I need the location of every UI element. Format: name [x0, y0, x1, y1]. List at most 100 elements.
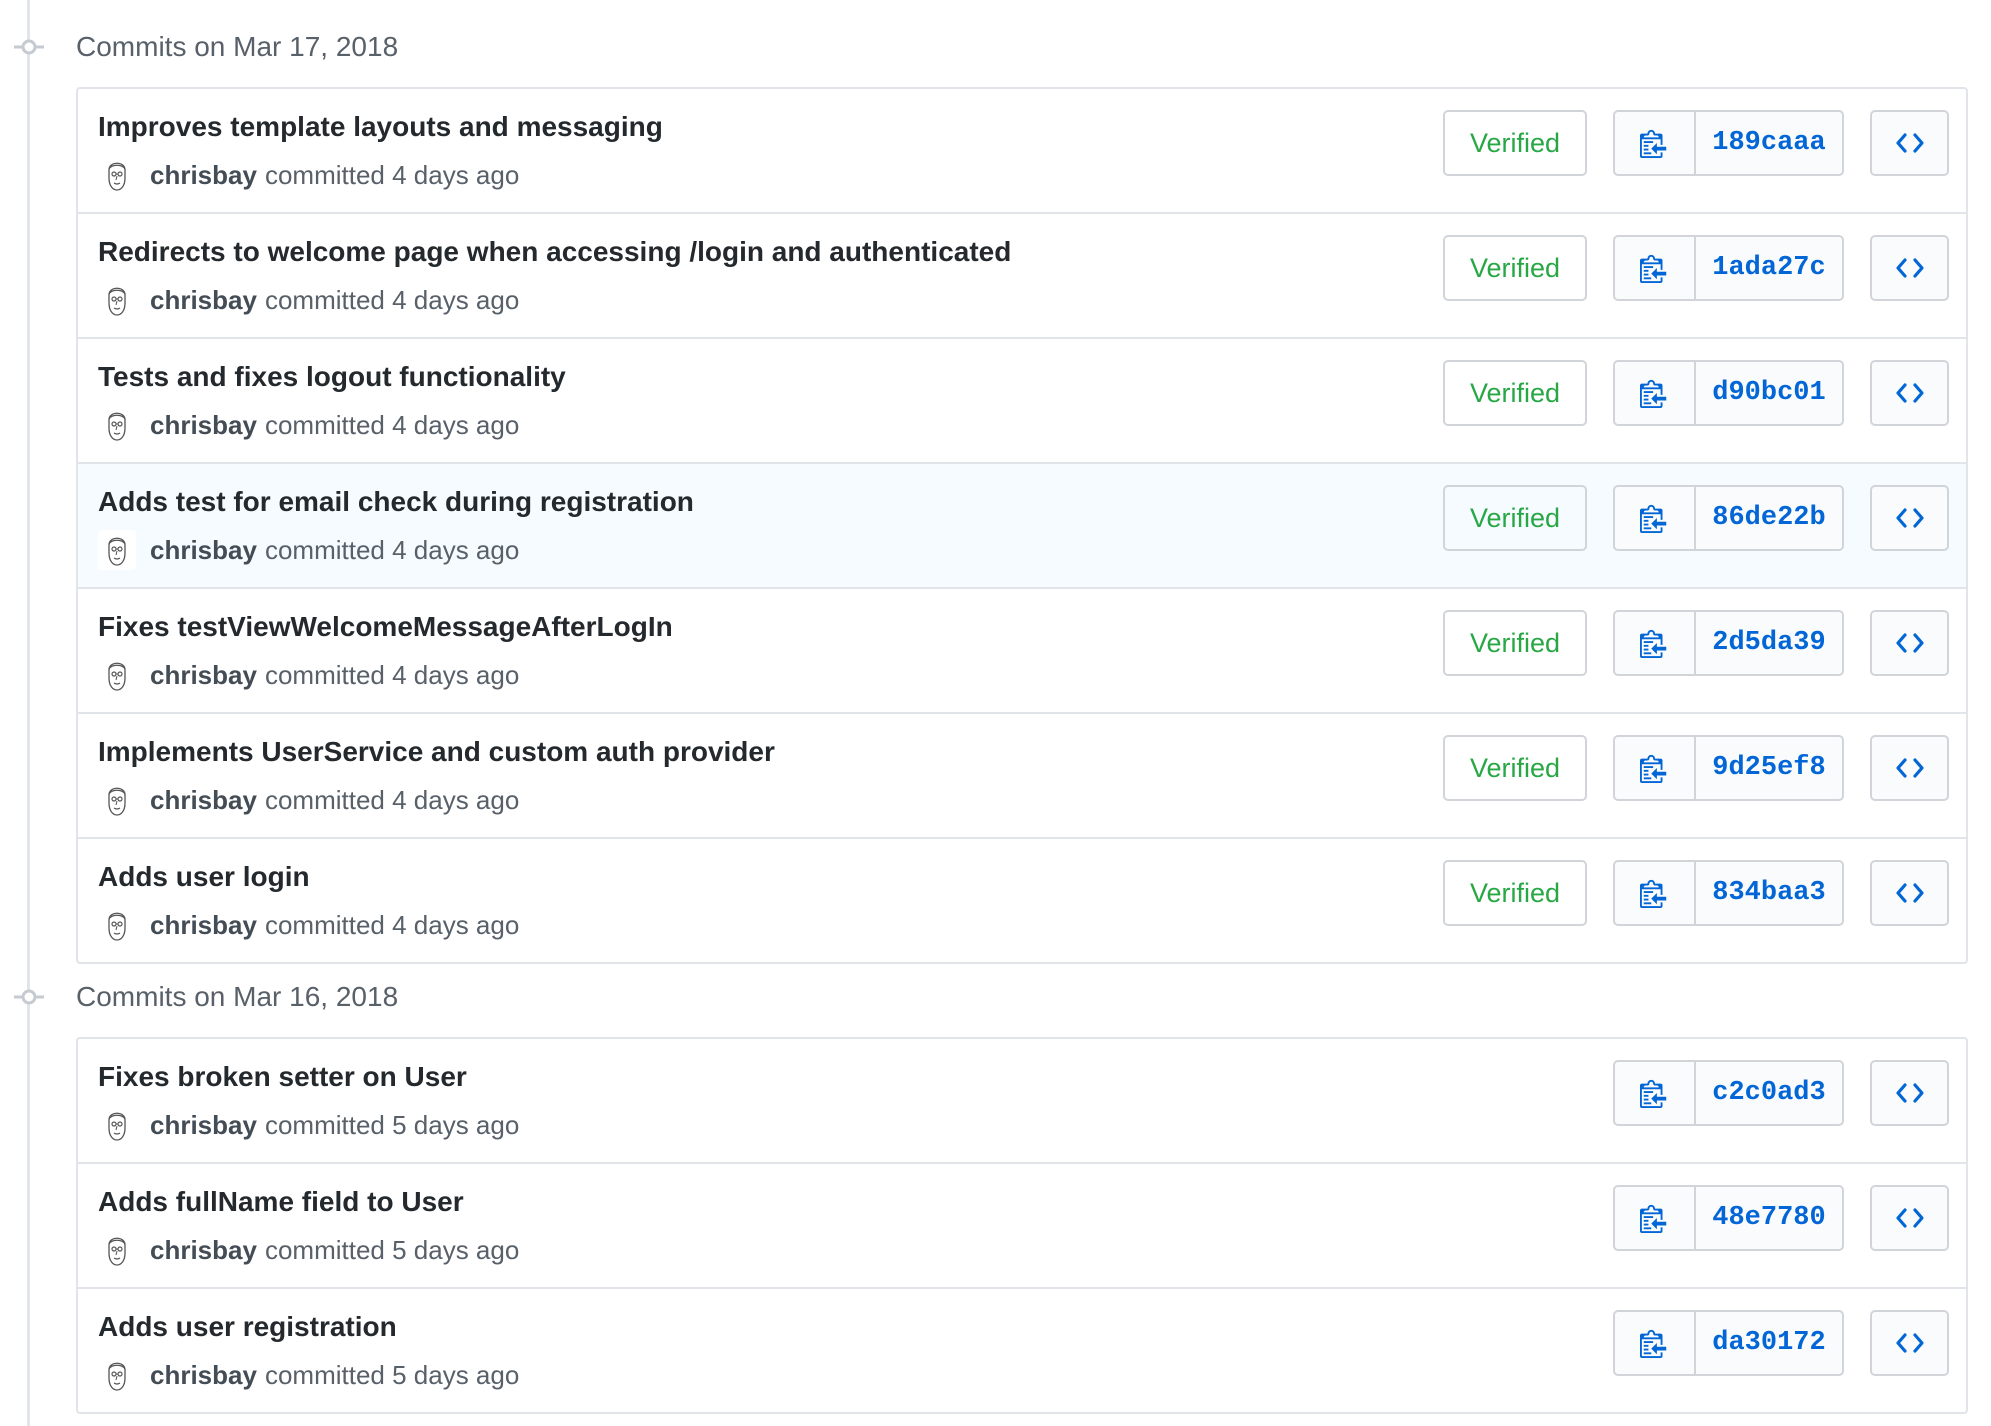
- copy-sha-button[interactable]: [1615, 737, 1696, 799]
- commit-sha-link[interactable]: 189caaa: [1696, 112, 1842, 174]
- avatar-icon[interactable]: [98, 905, 136, 945]
- author-link[interactable]: chrisbay: [150, 535, 257, 566]
- commit-group-header: Commits on Mar 17, 2018: [0, 27, 1991, 67]
- copy-sha-button[interactable]: [1615, 487, 1696, 549]
- commit-message-link[interactable]: Adds user registration: [98, 1311, 397, 1343]
- commit-message-link[interactable]: Implements UserService and custom auth p…: [98, 736, 775, 768]
- author-link[interactable]: chrisbay: [150, 910, 257, 941]
- commit-message-link[interactable]: Fixes testViewWelcomeMessageAfterLogIn: [98, 611, 673, 643]
- avatar-icon[interactable]: [98, 1355, 136, 1395]
- copy-sha-button[interactable]: [1615, 1062, 1696, 1124]
- commit-message-link[interactable]: Fixes broken setter on User: [98, 1061, 467, 1093]
- code-icon: [1895, 881, 1925, 905]
- commit-sha-link[interactable]: 2d5da39: [1696, 612, 1842, 674]
- avatar-icon[interactable]: [98, 655, 136, 695]
- author-link[interactable]: chrisbay: [150, 660, 257, 691]
- clipboard-icon: [1639, 1203, 1670, 1233]
- commit-meta: chrisbay committed 5 days ago: [98, 1355, 519, 1395]
- commit-sha-link[interactable]: 9d25ef8: [1696, 737, 1842, 799]
- commit-row: Adds user registration chrisbay committed …: [78, 1287, 1966, 1412]
- commit-sha-link[interactable]: 48e7780: [1696, 1187, 1842, 1249]
- copy-sha-button[interactable]: [1615, 1187, 1696, 1249]
- copy-sha-button[interactable]: [1615, 862, 1696, 924]
- commit-row: Tests and fixes logout functionality chri…: [78, 337, 1966, 462]
- avatar-icon[interactable]: [98, 780, 136, 820]
- author-link[interactable]: chrisbay: [150, 160, 257, 191]
- clipboard-icon: [1639, 128, 1670, 158]
- copy-sha-button[interactable]: [1615, 112, 1696, 174]
- commit-meta: chrisbay committed 4 days ago: [98, 530, 519, 570]
- commit-sha-link[interactable]: da30172: [1696, 1312, 1842, 1374]
- browse-repo-button[interactable]: [1870, 860, 1949, 926]
- avatar-icon[interactable]: [98, 530, 136, 570]
- commit-message-link[interactable]: Improves template layouts and messaging: [98, 111, 663, 143]
- code-icon: [1895, 1206, 1925, 1230]
- browse-repo-button[interactable]: [1870, 1310, 1949, 1376]
- commit-message-link[interactable]: Redirects to welcome page when accessing…: [98, 236, 1011, 268]
- avatar-icon[interactable]: [98, 1230, 136, 1270]
- commit-message-link[interactable]: Adds user login: [98, 861, 310, 893]
- verified-badge[interactable]: Verified: [1443, 860, 1587, 926]
- commit-row: Adds test for email check during registr…: [78, 462, 1966, 587]
- browse-repo-button[interactable]: [1870, 485, 1949, 551]
- browse-repo-button[interactable]: [1870, 1185, 1949, 1251]
- author-link[interactable]: chrisbay: [150, 285, 257, 316]
- clipboard-icon: [1639, 878, 1670, 908]
- author-link[interactable]: chrisbay: [150, 1360, 257, 1391]
- avatar-icon[interactable]: [98, 155, 136, 195]
- sha-button-group: d90bc01: [1613, 360, 1844, 426]
- commit-time: committed 4 days ago: [264, 409, 520, 440]
- copy-sha-button[interactable]: [1615, 1312, 1696, 1374]
- verified-badge[interactable]: Verified: [1443, 110, 1587, 176]
- clipboard-icon: [1639, 628, 1670, 658]
- copy-sha-button[interactable]: [1615, 237, 1696, 299]
- verified-badge[interactable]: Verified: [1443, 235, 1587, 301]
- clipboard-icon: [1639, 1328, 1670, 1358]
- commit-sha-link[interactable]: 86de22b: [1696, 487, 1842, 549]
- verified-badge[interactable]: Verified: [1443, 735, 1587, 801]
- clipboard-icon: [1639, 253, 1670, 283]
- browse-repo-button[interactable]: [1870, 110, 1949, 176]
- commit-message-link[interactable]: Adds test for email check during registr…: [98, 486, 694, 518]
- code-icon: [1895, 1081, 1925, 1105]
- commit-group-title: Commits on Mar 17, 2018: [76, 31, 399, 62]
- browse-repo-button[interactable]: [1870, 235, 1949, 301]
- commit-time: committed 4 days ago: [264, 534, 520, 565]
- author-link[interactable]: chrisbay: [150, 1110, 257, 1141]
- commit-sha-link[interactable]: 1ada27c: [1696, 237, 1842, 299]
- sha-button-group: 834baa3: [1613, 860, 1844, 926]
- sha-button-group: 86de22b: [1613, 485, 1844, 551]
- author-link[interactable]: chrisbay: [150, 1235, 257, 1266]
- verified-badge[interactable]: Verified: [1443, 360, 1587, 426]
- avatar-icon[interactable]: [98, 405, 136, 445]
- browse-repo-button[interactable]: [1870, 735, 1949, 801]
- sha-button-group: da30172: [1613, 1310, 1844, 1376]
- copy-sha-button[interactable]: [1615, 362, 1696, 424]
- commit-sha-link[interactable]: d90bc01: [1696, 362, 1842, 424]
- avatar-icon[interactable]: [98, 280, 136, 320]
- avatar-icon[interactable]: [98, 1105, 136, 1145]
- commit-sha-link[interactable]: 834baa3: [1696, 862, 1842, 924]
- commit-list: Fixes broken setter on User chrisbay commi…: [76, 1037, 1968, 1414]
- author-link[interactable]: chrisbay: [150, 410, 257, 441]
- verified-badge[interactable]: Verified: [1443, 485, 1587, 551]
- commit-time: committed 4 days ago: [264, 284, 520, 315]
- sha-button-group: 48e7780: [1613, 1185, 1844, 1251]
- commit-time: committed 4 days ago: [264, 659, 520, 690]
- browse-repo-button[interactable]: [1870, 1060, 1949, 1126]
- commit-row: Adds user login chrisbay committed 4 days …: [78, 837, 1966, 962]
- commit-node-icon: [14, 39, 44, 55]
- commit-row: Redirects to welcome page when accessing…: [78, 212, 1966, 337]
- commit-group-header: Commits on Mar 16, 2018: [0, 977, 1991, 1017]
- author-link[interactable]: chrisbay: [150, 785, 257, 816]
- copy-sha-button[interactable]: [1615, 612, 1696, 674]
- browse-repo-button[interactable]: [1870, 610, 1949, 676]
- verified-badge[interactable]: Verified: [1443, 610, 1587, 676]
- timeline-line: [27, 0, 30, 1426]
- commit-sha-link[interactable]: c2c0ad3: [1696, 1062, 1842, 1124]
- code-icon: [1895, 506, 1925, 530]
- sha-button-group: 2d5da39: [1613, 610, 1844, 676]
- commit-message-link[interactable]: Adds fullName field to User: [98, 1186, 464, 1218]
- browse-repo-button[interactable]: [1870, 360, 1949, 426]
- commit-message-link[interactable]: Tests and fixes logout functionality: [98, 361, 566, 393]
